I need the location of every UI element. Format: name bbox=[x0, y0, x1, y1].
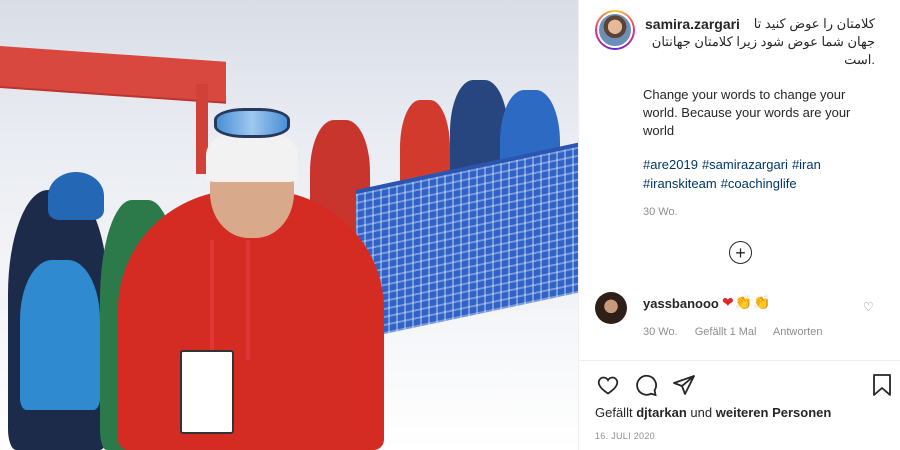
spectator-hat bbox=[48, 172, 104, 220]
hashtag-link[interactable]: #coachinglife bbox=[721, 176, 797, 191]
comment-meta: 30 Wo. Gefällt 1 Mal Antworten bbox=[643, 326, 836, 338]
author-avatar[interactable] bbox=[595, 10, 635, 50]
caption-english: Change your words to change your world. … bbox=[643, 87, 851, 138]
comment-icon[interactable] bbox=[633, 372, 659, 398]
comment-like-heart-icon[interactable]: ♡ bbox=[863, 300, 874, 314]
commenter-username[interactable]: yassbanooo bbox=[643, 296, 719, 311]
post-date[interactable]: 16. JULI 2020 bbox=[595, 431, 655, 441]
comment-age[interactable]: 30 Wo. bbox=[643, 326, 678, 338]
plus-circle-icon[interactable]: + bbox=[729, 241, 752, 264]
commenter-avatar[interactable] bbox=[595, 292, 627, 324]
divider bbox=[579, 360, 900, 361]
hashtag-link[interactable]: #iran bbox=[792, 157, 821, 172]
post-photo[interactable] bbox=[0, 0, 578, 450]
bookmark-icon[interactable] bbox=[869, 372, 895, 398]
comment-reply-button[interactable]: Antworten bbox=[773, 326, 823, 338]
action-bar bbox=[595, 372, 895, 398]
comment-like-count[interactable]: Gefällt 1 Mal bbox=[695, 326, 757, 338]
hashtag-link[interactable]: #are2019 bbox=[643, 157, 698, 172]
hashtag-link[interactable]: #iranskiteam bbox=[643, 176, 717, 191]
caption-persian-line-3: .است bbox=[844, 52, 875, 67]
post-side-panel: samira.zargari کلامتان را عوض کنید تا جه… bbox=[578, 0, 900, 450]
caption-persian-line-1: کلامتان را عوض کنید تا bbox=[753, 16, 875, 31]
likes-middle: und bbox=[690, 405, 713, 420]
avatar-image bbox=[597, 12, 633, 48]
accreditation-badge bbox=[180, 350, 234, 434]
lanyard bbox=[210, 240, 250, 360]
spectator-jacket bbox=[20, 260, 100, 410]
caption-persian-line-2: جهان شما عوض شود زیرا کلامتان جهانتان bbox=[651, 34, 875, 49]
hashtag-list: #are2019 #samirazargari #iran #iranskiteam… bbox=[643, 155, 881, 193]
likes-summary: Gefällt djtarkan und weiteren Personen bbox=[595, 405, 831, 420]
likes-others-link[interactable]: weiteren Personen bbox=[716, 405, 832, 420]
caption-persian: کلامتان را عوض کنید تا جهان شما عوض شود … bbox=[643, 15, 875, 69]
comment-text: ❤👏👏 bbox=[722, 294, 772, 310]
hashtag-link[interactable]: #samirazargari bbox=[702, 157, 788, 172]
heart-icon[interactable] bbox=[595, 372, 621, 398]
ski-goggles bbox=[214, 108, 290, 138]
red-finish-banner bbox=[0, 46, 226, 102]
likes-prefix: Gefällt bbox=[595, 405, 633, 420]
likes-user-link[interactable]: djtarkan bbox=[636, 405, 687, 420]
post-age[interactable]: 30 Wo. bbox=[643, 206, 678, 218]
share-icon[interactable] bbox=[671, 372, 697, 398]
comment-item: yassbanooo ❤👏👏 ♡ 30 Wo. Gefällt 1 Mal An… bbox=[595, 292, 895, 342]
